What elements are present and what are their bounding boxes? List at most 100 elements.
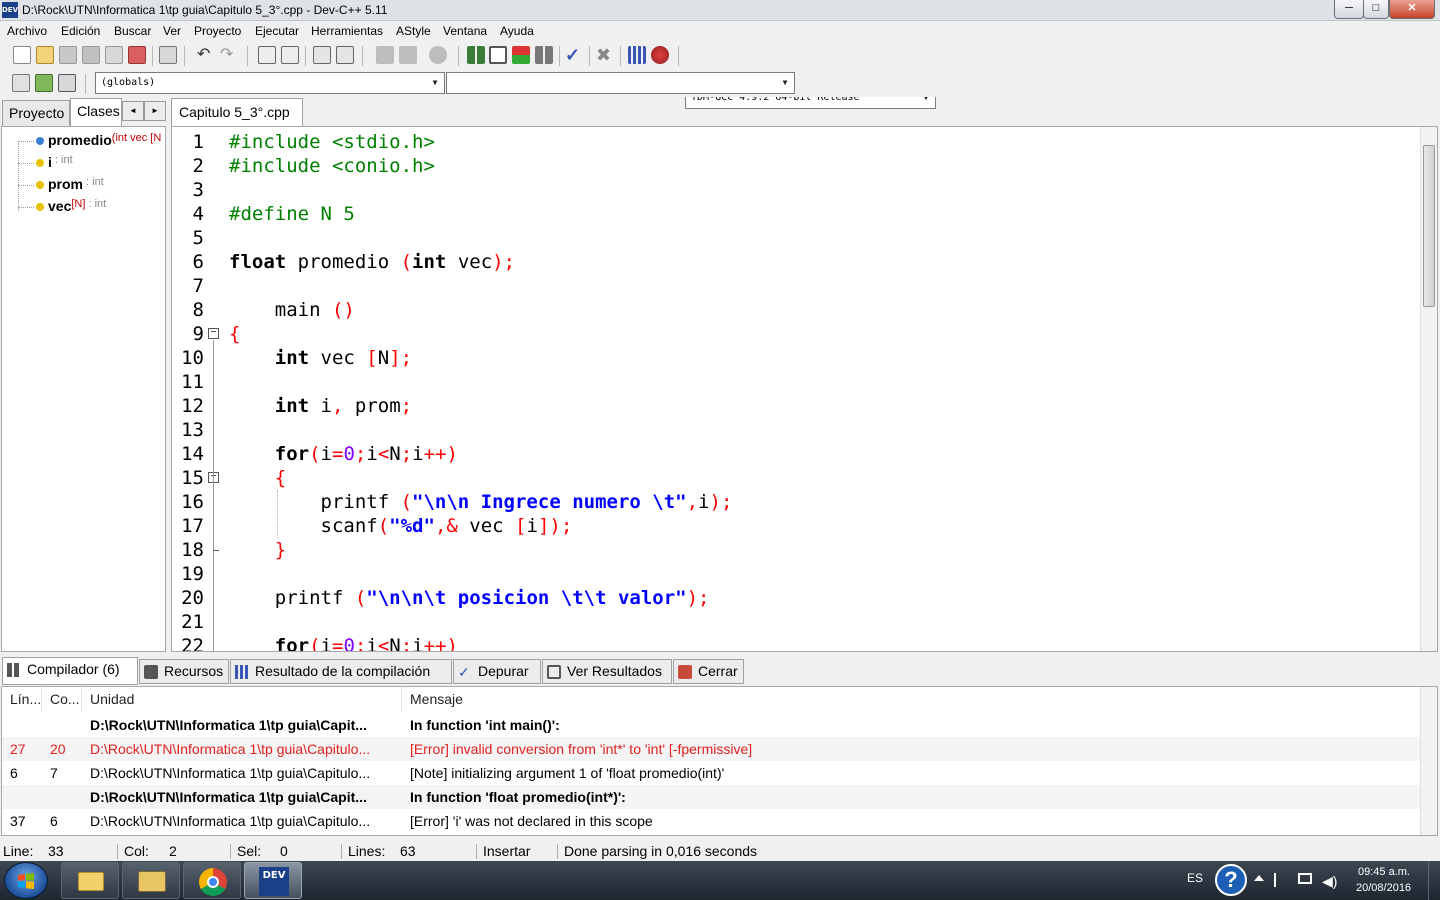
start-button[interactable] [4, 862, 48, 899]
column-header-message[interactable]: Mensaje [402, 687, 1420, 712]
column-header-col[interactable]: Co... [42, 687, 82, 712]
taskbar-explorer-folder[interactable] [61, 862, 119, 899]
help-icon[interactable]: ? [1215, 864, 1247, 896]
show-desktop-button[interactable] [1428, 861, 1440, 900]
chevron-down-icon: ▼ [782, 78, 788, 87]
code-line[interactable]: int i, prom; [229, 394, 412, 418]
code-line[interactable]: { [229, 322, 240, 346]
code-line[interactable]: int vec [N]; [229, 346, 412, 370]
new-file-icon[interactable] [13, 46, 31, 64]
clock-time[interactable]: 09:45 a.m. [1358, 866, 1410, 878]
menu-astyle[interactable]: AStyle [396, 24, 431, 38]
abort-compile-icon[interactable]: ✖ [596, 46, 614, 64]
column-header-unit[interactable]: Unidad [82, 687, 402, 712]
code-line[interactable]: for(i=0;i<N;i++) [229, 442, 458, 466]
taskbar-chrome[interactable] [183, 862, 241, 899]
code-line[interactable]: #include <stdio.h> [229, 130, 435, 154]
tab-ver-resultados[interactable]: Ver Resultados [542, 659, 672, 684]
scrollbar-thumb[interactable] [1423, 145, 1435, 307]
code-line[interactable]: scanf("%d",& vec [i]); [229, 514, 573, 538]
tab-proyecto[interactable]: Proyecto [2, 100, 70, 126]
project-window-icon[interactable] [489, 46, 507, 64]
tab-clases[interactable]: Clases [70, 98, 122, 126]
replace-icon[interactable] [281, 46, 299, 64]
class-goto-icon[interactable] [35, 74, 53, 92]
tab-recursos[interactable]: Recursos [139, 659, 229, 684]
code-line[interactable]: printf ("\n\n\t posicion \t\t valor"); [229, 586, 710, 610]
profile-icon[interactable] [628, 46, 646, 64]
message-row[interactable]: 27 20 D:\Rock\UTN\Informatica 1\tp guia\Ca… [2, 737, 1420, 761]
tab-depurar[interactable]: ✓ Depurar [453, 659, 541, 684]
scope-select[interactable]: (globals) ▼ [95, 72, 445, 94]
class-browser-icon[interactable] [58, 74, 76, 92]
debug-icon[interactable] [651, 46, 669, 64]
minimize-button[interactable]: ─ [1334, 0, 1364, 19]
tab-resultado-compilacion[interactable]: Resultado de la compilación [230, 659, 452, 684]
tab-scroll-left-icon[interactable]: ◄ [122, 101, 144, 121]
redo-icon[interactable]: ↷ [220, 47, 238, 66]
tab-cerrar[interactable]: Cerrar [673, 659, 744, 684]
message-row[interactable]: D:\Rock\UTN\Informatica 1\tp guia\Capit.… [2, 785, 1420, 809]
bookmark-icon[interactable] [336, 46, 354, 64]
tab-scroll-right-icon[interactable]: ► [144, 101, 166, 121]
toggle-comment-icon[interactable] [429, 46, 447, 64]
save-icon[interactable] [59, 46, 77, 64]
code-line[interactable]: #define N 5 [229, 202, 355, 226]
close-all-icon[interactable] [128, 46, 146, 64]
open-file-icon[interactable] [36, 46, 54, 64]
code-line[interactable]: { [229, 466, 286, 490]
save-all-icon[interactable] [82, 46, 100, 64]
code-line[interactable]: } [229, 538, 286, 562]
editor-vertical-scrollbar[interactable] [1420, 127, 1437, 651]
menu-archivo[interactable]: Archivo [7, 24, 47, 38]
compiler-messages-list[interactable]: Lín... Co... Unidad Mensaje D:\Rock\UTN\… [1, 686, 1438, 836]
menu-ventana[interactable]: Ventana [443, 24, 487, 38]
close-button[interactable]: ✕ [1389, 0, 1435, 19]
code-line[interactable]: printf ("\n\n Ingrece numero \t",i); [229, 490, 733, 514]
goto-line-icon[interactable] [313, 46, 331, 64]
code-line[interactable]: for(i=0;i<N;i++) [229, 634, 458, 651]
project-new-icon[interactable] [467, 46, 485, 64]
menu-ver[interactable]: Ver [163, 24, 181, 38]
clock-date[interactable]: 20/08/2016 [1356, 882, 1411, 894]
show-hidden-icons-icon[interactable] [1254, 875, 1264, 881]
action-center-flag-icon[interactable] [1274, 873, 1286, 887]
maximize-button[interactable]: □ [1363, 0, 1389, 19]
language-indicator[interactable]: ES [1187, 871, 1203, 885]
project-options-icon[interactable] [512, 46, 530, 64]
volume-icon[interactable]: ◀) [1322, 873, 1337, 890]
editor-tab[interactable]: Capitulo 5_3°.cpp [171, 98, 303, 126]
code-token: ( [377, 515, 390, 537]
message-row[interactable]: 37 6 D:\Rock\UTN\Informatica 1\tp guia\Cap… [2, 809, 1420, 833]
close-file-icon[interactable] [105, 46, 123, 64]
syntax-check-icon[interactable]: ✓ [565, 46, 583, 64]
messages-vertical-scrollbar[interactable] [1420, 687, 1437, 835]
class-insert-icon[interactable] [12, 74, 30, 92]
code-line[interactable]: main () [229, 298, 355, 322]
unindent-icon[interactable] [399, 46, 417, 64]
indent-icon[interactable] [376, 46, 394, 64]
print-icon[interactable] [159, 46, 177, 64]
menu-herramientas[interactable]: Herramientas [311, 24, 383, 38]
network-icon[interactable] [1298, 873, 1312, 884]
taskbar-devcpp[interactable]: DEV [244, 862, 302, 899]
find-icon[interactable] [258, 46, 276, 64]
member-select[interactable]: ▼ [446, 72, 795, 94]
menu-ayuda[interactable]: Ayuda [500, 24, 534, 38]
code-editor[interactable]: 12345678910111213141516171819202122−− #i… [171, 126, 1438, 652]
column-header-line[interactable]: Lín... [2, 687, 42, 712]
fold-toggle-icon[interactable]: − [208, 328, 219, 339]
menu-ejecutar[interactable]: Ejecutar [255, 24, 299, 38]
code-line[interactable]: float promedio (int vec); [229, 250, 515, 274]
line-number: 5 [192, 227, 204, 249]
message-row[interactable]: 6 7 D:\Rock\UTN\Informatica 1\tp guia\Capi… [2, 761, 1420, 785]
menu-edicion[interactable]: Edición [61, 24, 100, 38]
menu-proyecto[interactable]: Proyecto [194, 24, 241, 38]
undo-icon[interactable]: ↶ [197, 47, 215, 66]
tab-compilador[interactable]: Compilador (6) [2, 657, 138, 685]
code-line[interactable]: #include <conio.h> [229, 154, 435, 178]
message-row[interactable]: D:\Rock\UTN\Informatica 1\tp guia\Capit.… [2, 713, 1420, 737]
taskbar-file-manager[interactable] [122, 862, 180, 899]
menu-buscar[interactable]: Buscar [114, 24, 151, 38]
project-layout-icon[interactable] [535, 46, 553, 64]
